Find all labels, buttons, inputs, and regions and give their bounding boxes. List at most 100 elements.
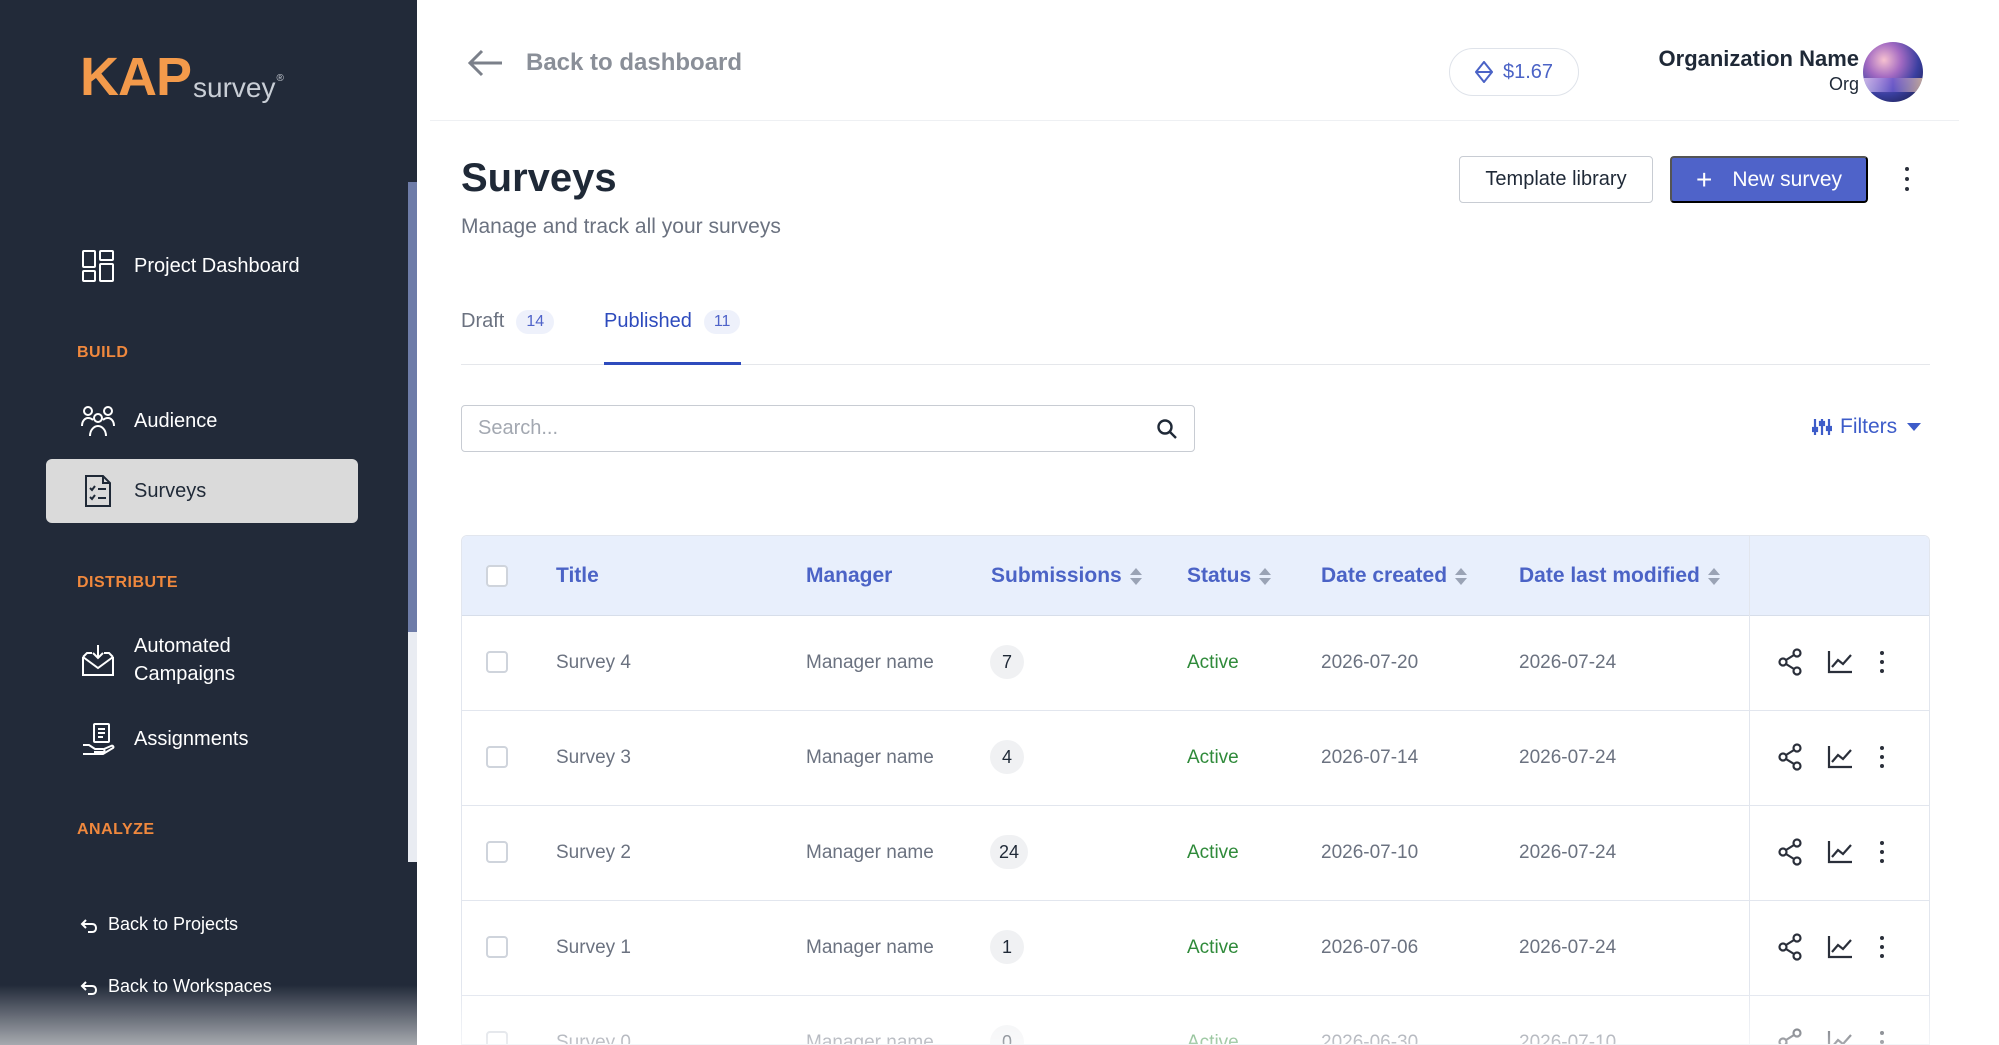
date-created: 2026-07-06: [1321, 937, 1419, 958]
analytics-chart-icon[interactable]: [1824, 931, 1856, 963]
share-icon[interactable]: [1774, 741, 1806, 773]
row-checkbox[interactable]: [486, 1031, 508, 1044]
manager-name: Manager name: [806, 747, 934, 768]
sidebar-item-label: Audience: [134, 409, 218, 432]
submissions-count-badge: 4: [990, 740, 1024, 774]
plus-icon: +: [1695, 163, 1713, 195]
column-header-date-last-modified[interactable]: Date last modified: [1519, 564, 1720, 588]
sidebar: KAP survey ® Project Dashboard BUILD Aud…: [0, 0, 417, 1045]
table-row[interactable]: Survey 1 Manager name 1 Active 2026-07-0…: [462, 901, 1929, 996]
back-to-dashboard-link[interactable]: Back to dashboard: [466, 48, 742, 78]
tab-draft[interactable]: Draft 14: [461, 310, 555, 365]
search-input[interactable]: [478, 417, 1156, 440]
row-more-options-icon[interactable]: [1866, 741, 1898, 773]
sort-icon: [1129, 567, 1142, 585]
table-row[interactable]: Survey 3 Manager name 4 Active 2026-07-1…: [462, 711, 1929, 806]
column-label: Date last modified: [1519, 564, 1700, 587]
row-more-options-icon[interactable]: [1866, 931, 1898, 963]
kapsurvey-logo[interactable]: KAP survey ®: [80, 50, 284, 104]
table-row[interactable]: Survey 0 Manager name 0 Active 2026-06-3…: [462, 996, 1929, 1045]
column-header-submissions[interactable]: Submissions: [991, 564, 1142, 588]
template-library-button[interactable]: Template library: [1459, 156, 1653, 203]
status-badge: Active: [1187, 747, 1239, 768]
section-label-analyze: ANALYZE: [77, 821, 155, 838]
column-header-manager[interactable]: Manager: [806, 564, 892, 588]
date-last-modified: 2026-07-24: [1519, 747, 1617, 768]
sidebar-scrollbar-thumb[interactable]: [408, 182, 417, 632]
organization-info[interactable]: Organization Name Org: [1659, 46, 1859, 95]
sidebar-item-surveys[interactable]: Surveys: [46, 459, 358, 523]
column-label: Manager: [806, 564, 893, 587]
filters-button[interactable]: Filters: [1812, 415, 1922, 439]
select-all-checkbox[interactable]: [486, 565, 508, 587]
analytics-chart-icon[interactable]: [1824, 1026, 1856, 1044]
search-icon[interactable]: [1156, 418, 1178, 440]
tab-label: Published: [604, 310, 692, 332]
status-badge: Active: [1187, 1032, 1239, 1045]
sidebar-item-label: Surveys: [134, 479, 207, 502]
sidebar-item-label: Assignments: [134, 727, 249, 750]
share-icon[interactable]: [1774, 646, 1806, 678]
row-more-options-icon[interactable]: [1866, 646, 1898, 678]
table-row[interactable]: Survey 2 Manager name 24 Active 2026-07-…: [462, 806, 1929, 901]
row-checkbox[interactable]: [486, 936, 508, 958]
tab-published[interactable]: Published 11: [604, 310, 742, 365]
new-survey-button[interactable]: + New survey: [1670, 156, 1868, 203]
logo-main: KAP: [80, 47, 192, 107]
logo-sub: survey: [193, 72, 276, 103]
column-label: Title: [556, 564, 599, 587]
share-icon[interactable]: [1774, 836, 1806, 868]
share-icon[interactable]: [1774, 931, 1806, 963]
row-more-options-icon[interactable]: [1866, 836, 1898, 868]
dashboard-icon: [80, 248, 116, 284]
analytics-chart-icon[interactable]: [1824, 741, 1856, 773]
survey-title[interactable]: Survey 1: [556, 937, 631, 959]
survey-title[interactable]: Survey 2: [556, 842, 631, 864]
tab-label: Draft: [461, 310, 505, 332]
back-to-projects-link[interactable]: Back to Projects: [80, 914, 238, 935]
credit-balance-value: $1.67: [1502, 60, 1554, 83]
page-more-options-icon[interactable]: [1894, 164, 1920, 194]
sidebar-item-automated-campaigns[interactable]: Automated Campaigns: [46, 632, 358, 688]
survey-title[interactable]: Survey 3: [556, 747, 631, 769]
sliders-icon: [1812, 419, 1832, 435]
back-to-workspaces-link[interactable]: Back to Workspaces: [80, 976, 272, 997]
return-arrow-icon: [80, 918, 98, 933]
date-last-modified: 2026-07-24: [1519, 842, 1617, 863]
sidebar-item-audience[interactable]: Audience: [46, 399, 358, 443]
status-badge: Active: [1187, 842, 1239, 863]
people-icon: [80, 403, 116, 439]
avatar[interactable]: [1863, 42, 1923, 102]
survey-title[interactable]: Survey 4: [556, 652, 631, 674]
row-checkbox[interactable]: [486, 651, 508, 673]
manager-name: Manager name: [806, 652, 934, 673]
row-checkbox[interactable]: [486, 746, 508, 768]
row-more-options-icon[interactable]: [1866, 1026, 1898, 1044]
column-label: Submissions: [991, 564, 1122, 587]
column-header-title[interactable]: Title: [556, 564, 599, 588]
sidebar-item-label: Automated Campaigns: [134, 635, 236, 685]
sort-icon: [1455, 567, 1468, 585]
table-row[interactable]: Survey 4 Manager name 7 Active 2026-07-2…: [462, 616, 1929, 711]
back-to-workspaces-label: Back to Workspaces: [108, 976, 272, 996]
column-header-status[interactable]: Status: [1187, 564, 1272, 588]
row-checkbox[interactable]: [486, 841, 508, 863]
sidebar-item-label: Project Dashboard: [134, 254, 300, 277]
section-label-build: BUILD: [77, 344, 129, 361]
sidebar-item-assignments[interactable]: Assignments: [46, 717, 358, 761]
page-subtitle: Manage and track all your surveys: [461, 215, 781, 238]
diamond-icon: [1474, 61, 1493, 83]
sidebar-item-project-dashboard[interactable]: Project Dashboard: [46, 244, 358, 288]
column-header-date-created[interactable]: Date created: [1321, 564, 1468, 588]
credit-balance-badge[interactable]: $1.67: [1449, 48, 1579, 96]
column-label: Date created: [1321, 564, 1448, 587]
survey-title[interactable]: Survey 0: [556, 1032, 631, 1044]
survey-tabs: Draft 14 Published 11: [461, 310, 1930, 365]
analytics-chart-icon[interactable]: [1824, 836, 1856, 868]
date-last-modified: 2026-07-24: [1519, 937, 1617, 958]
date-created: 2026-07-10: [1321, 842, 1419, 863]
back-to-projects-label: Back to Projects: [108, 914, 239, 934]
analytics-chart-icon[interactable]: [1824, 646, 1856, 678]
share-icon[interactable]: [1774, 1026, 1806, 1044]
organization-sub: Org: [1828, 74, 1859, 94]
